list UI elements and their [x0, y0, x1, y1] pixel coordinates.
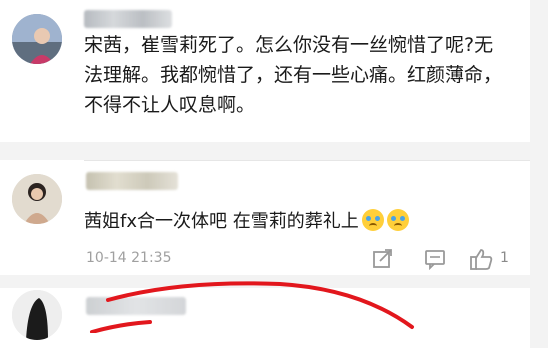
like-button[interactable]: 1: [470, 248, 516, 270]
crying-emoji-icon: [361, 209, 384, 231]
divider: [84, 160, 530, 161]
thumbs-up-icon: [470, 249, 493, 270]
comment-text: 宋茜，崔雪莉死了。怎么你没有一丝惋惜了呢?无法理解。我都惋惜了，还有一些心痛。红…: [84, 34, 503, 116]
user-avatar[interactable]: [12, 174, 62, 224]
avatar-photo: [12, 14, 62, 64]
user-avatar[interactable]: [12, 14, 62, 64]
comment-card: [0, 288, 530, 348]
comment-feed: 宋茜，崔雪莉死了。怎么你没有一丝惋惜了呢?无法理解。我都惋惜了，还有一些心痛。红…: [0, 0, 548, 348]
username-blurred[interactable]: [84, 10, 172, 28]
username-blurred[interactable]: [86, 172, 178, 190]
comment-timestamp: 10-14 21:35: [86, 250, 172, 266]
comment-text-body: 茜姐fx合一次体吧 在雪莉的葬礼上: [84, 211, 359, 232]
avatar-photo: [12, 174, 62, 224]
like-count: 1: [500, 250, 509, 266]
comment-text: 茜姐fx合一次体吧 在雪莉的葬礼上: [84, 207, 409, 237]
crying-emoji-icon: [386, 209, 409, 231]
reply-icon[interactable]: [424, 248, 446, 271]
share-icon[interactable]: [372, 248, 394, 270]
username-blurred[interactable]: [86, 297, 186, 315]
